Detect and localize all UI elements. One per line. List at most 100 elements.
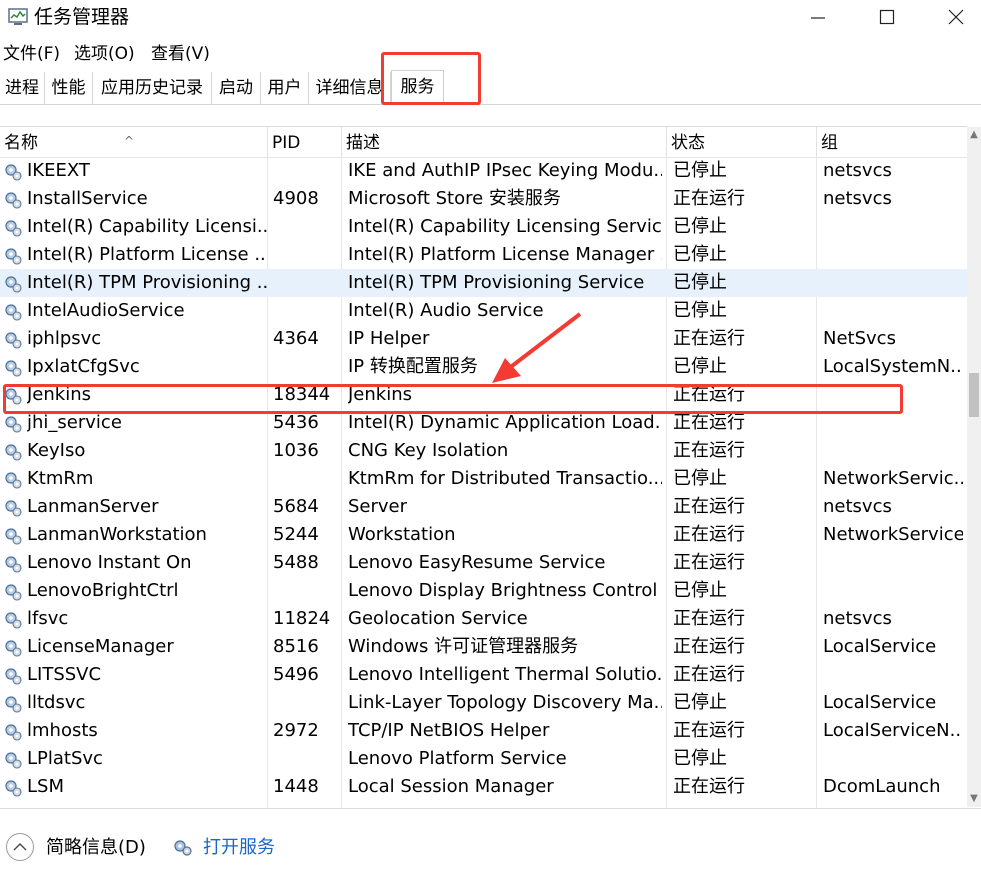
menu-view[interactable]: 查看(V) bbox=[151, 40, 210, 68]
table-row[interactable]: IpxlatCfgSvc IP 转换配置服务 已停止 LocalSystemN... bbox=[0, 353, 967, 381]
table-row[interactable]: lmhosts 2972 TCP/IP NetBIOS Helper 正在运行 Loca… bbox=[0, 717, 967, 745]
service-gear-icon bbox=[5, 528, 22, 545]
service-description: Geolocation Service bbox=[348, 608, 528, 629]
table-row[interactable]: KeyIso 1036 CNG Key Isolation 正在运行 bbox=[0, 437, 967, 465]
service-group bbox=[823, 297, 963, 325]
service-pid: 5684 bbox=[273, 496, 319, 517]
service-pid: 5496 bbox=[273, 664, 319, 685]
maximize-button[interactable] bbox=[857, 0, 917, 34]
service-pid: 5488 bbox=[273, 552, 319, 573]
service-name: lltdsvc bbox=[27, 692, 86, 713]
service-gear-icon bbox=[5, 668, 22, 685]
table-row[interactable]: LITSSVC 5496 Lenovo Intelligent Thermal So… bbox=[0, 661, 967, 689]
service-gear-icon bbox=[5, 444, 22, 461]
table-row[interactable]: LPlatSvc Lenovo Platform Service 已停止 bbox=[0, 745, 967, 773]
column-header-description[interactable]: 描述 bbox=[342, 127, 667, 157]
service-pid: 5244 bbox=[273, 524, 319, 545]
service-description: Lenovo EasyResume Service bbox=[348, 552, 606, 573]
service-group: LocalService bbox=[823, 692, 937, 713]
tab-processes[interactable]: 进程 bbox=[0, 72, 45, 104]
column-header-name[interactable]: 名称 ^ bbox=[0, 127, 268, 157]
tab-users[interactable]: 用户 bbox=[261, 72, 309, 104]
service-pid: 8516 bbox=[273, 636, 319, 657]
service-status: 正在运行 bbox=[673, 664, 745, 685]
minimize-icon bbox=[811, 17, 825, 19]
service-group: netsvcs bbox=[823, 160, 892, 181]
table-row[interactable]: IKEEXT IKE and AuthIP IPsec Keying Modu..… bbox=[0, 157, 967, 185]
service-pid bbox=[273, 157, 339, 185]
service-name: InstallService bbox=[27, 188, 148, 209]
table-row[interactable]: LenovoBrightCtrl Lenovo Display Brightnes… bbox=[0, 577, 967, 605]
service-pid bbox=[273, 213, 339, 241]
table-row[interactable]: Lenovo Instant On 5488 Lenovo EasyResume S… bbox=[0, 549, 967, 577]
table-row[interactable]: Intel(R) Capability Licensi... Intel(R) C… bbox=[0, 213, 967, 241]
service-pid: 1036 bbox=[273, 440, 319, 461]
open-services-link[interactable]: 打开服务 bbox=[203, 835, 275, 861]
service-name: LPlatSvc bbox=[27, 748, 103, 769]
service-name: LanmanWorkstation bbox=[27, 524, 207, 545]
service-pid bbox=[273, 353, 339, 381]
tab-details[interactable]: 详细信息 bbox=[309, 72, 391, 104]
table-row[interactable]: lfsvc 11824 Geolocation Service 正在运行 netsvcs bbox=[0, 605, 967, 633]
vertical-scrollbar[interactable]: ▲ ▼ bbox=[967, 127, 981, 807]
fewer-details-button[interactable] bbox=[6, 833, 34, 861]
service-gear-icon bbox=[5, 332, 22, 349]
service-gear-icon bbox=[5, 584, 22, 601]
service-pid: 4908 bbox=[273, 188, 319, 209]
close-button[interactable] bbox=[926, 0, 981, 34]
menu-file[interactable]: 文件(F) bbox=[3, 40, 60, 68]
table-row[interactable]: LanmanServer 5684 Server 正在运行 netsvcs bbox=[0, 493, 967, 521]
scroll-up-icon[interactable]: ▲ bbox=[967, 127, 981, 143]
table-row[interactable]: iphlpsvc 4364 IP Helper 正在运行 NetSvcs bbox=[0, 325, 967, 353]
service-name: lfsvc bbox=[27, 608, 69, 629]
scrollbar-thumb[interactable] bbox=[969, 373, 979, 417]
service-description: Local Session Manager bbox=[348, 776, 554, 797]
table-row[interactable]: Intel(R) TPM Provisioning ... Intel(R) TP… bbox=[0, 269, 967, 297]
tab-app-history[interactable]: 应用历史记录 bbox=[93, 72, 212, 104]
table-row[interactable]: LanmanWorkstation 5244 Workstation 正在运行 Netw… bbox=[0, 521, 967, 549]
scroll-down-icon[interactable]: ▼ bbox=[967, 791, 981, 807]
table-row[interactable]: InstallService 4908 Microsoft Store 安装服务 正在… bbox=[0, 185, 967, 213]
service-description: Server bbox=[348, 496, 408, 517]
service-group: netsvcs bbox=[823, 188, 892, 209]
service-description: IP Helper bbox=[348, 328, 430, 349]
tab-startup[interactable]: 启动 bbox=[212, 72, 261, 104]
fewer-details-link[interactable]: 简略信息(D) bbox=[46, 835, 146, 861]
service-gear-icon bbox=[5, 556, 22, 573]
service-pid: 2972 bbox=[273, 720, 319, 741]
service-group bbox=[823, 745, 963, 773]
service-name: Intel(R) Platform License ... bbox=[27, 244, 267, 265]
service-status: 已停止 bbox=[673, 216, 727, 237]
column-header-pid[interactable]: PID bbox=[268, 127, 342, 157]
service-group bbox=[823, 213, 963, 241]
service-name: IKEEXT bbox=[27, 160, 90, 181]
service-status: 正在运行 bbox=[673, 636, 745, 657]
table-body: IKEEXT IKE and AuthIP IPsec Keying Modu..… bbox=[0, 157, 967, 801]
tab-performance[interactable]: 性能 bbox=[45, 72, 93, 104]
service-status: 已停止 bbox=[673, 692, 727, 713]
menu-options[interactable]: 选项(O) bbox=[74, 40, 135, 68]
service-group: LocalServiceN... bbox=[823, 720, 963, 741]
table-row[interactable]: KtmRm KtmRm for Distributed Transactio...… bbox=[0, 465, 967, 493]
table-row[interactable]: lltdsvc Link-Layer Topology Discovery Ma.… bbox=[0, 689, 967, 717]
column-header-group[interactable]: 组 bbox=[817, 127, 967, 157]
table-header: 名称 ^ PID 描述 状态 组 bbox=[0, 127, 967, 158]
service-gear-icon bbox=[5, 696, 22, 713]
column-header-status[interactable]: 状态 bbox=[667, 127, 817, 157]
table-row[interactable]: IntelAudioService Intel(R) Audio Service 已… bbox=[0, 297, 967, 325]
service-group bbox=[823, 661, 963, 689]
table-row[interactable]: Intel(R) Platform License ... Intel(R) Pl… bbox=[0, 241, 967, 269]
service-group: NetworkServic... bbox=[823, 468, 963, 489]
window-title: 任务管理器 bbox=[34, 6, 130, 28]
service-gear-icon bbox=[5, 304, 22, 321]
service-name: IntelAudioService bbox=[27, 300, 185, 321]
service-name: IpxlatCfgSvc bbox=[27, 356, 140, 377]
service-status: 正在运行 bbox=[673, 608, 745, 629]
table-row[interactable]: LSM 1448 Local Session Manager 正在运行 DcomLaun… bbox=[0, 773, 967, 801]
service-gear-icon bbox=[5, 248, 22, 265]
table-row[interactable]: LicenseManager 8516 Windows 许可证管理器服务 正在运行 Lo… bbox=[0, 633, 967, 661]
service-gear-icon bbox=[5, 724, 22, 741]
service-gear-icon bbox=[5, 780, 22, 797]
minimize-button[interactable] bbox=[788, 0, 848, 34]
service-status: 正在运行 bbox=[673, 496, 745, 517]
